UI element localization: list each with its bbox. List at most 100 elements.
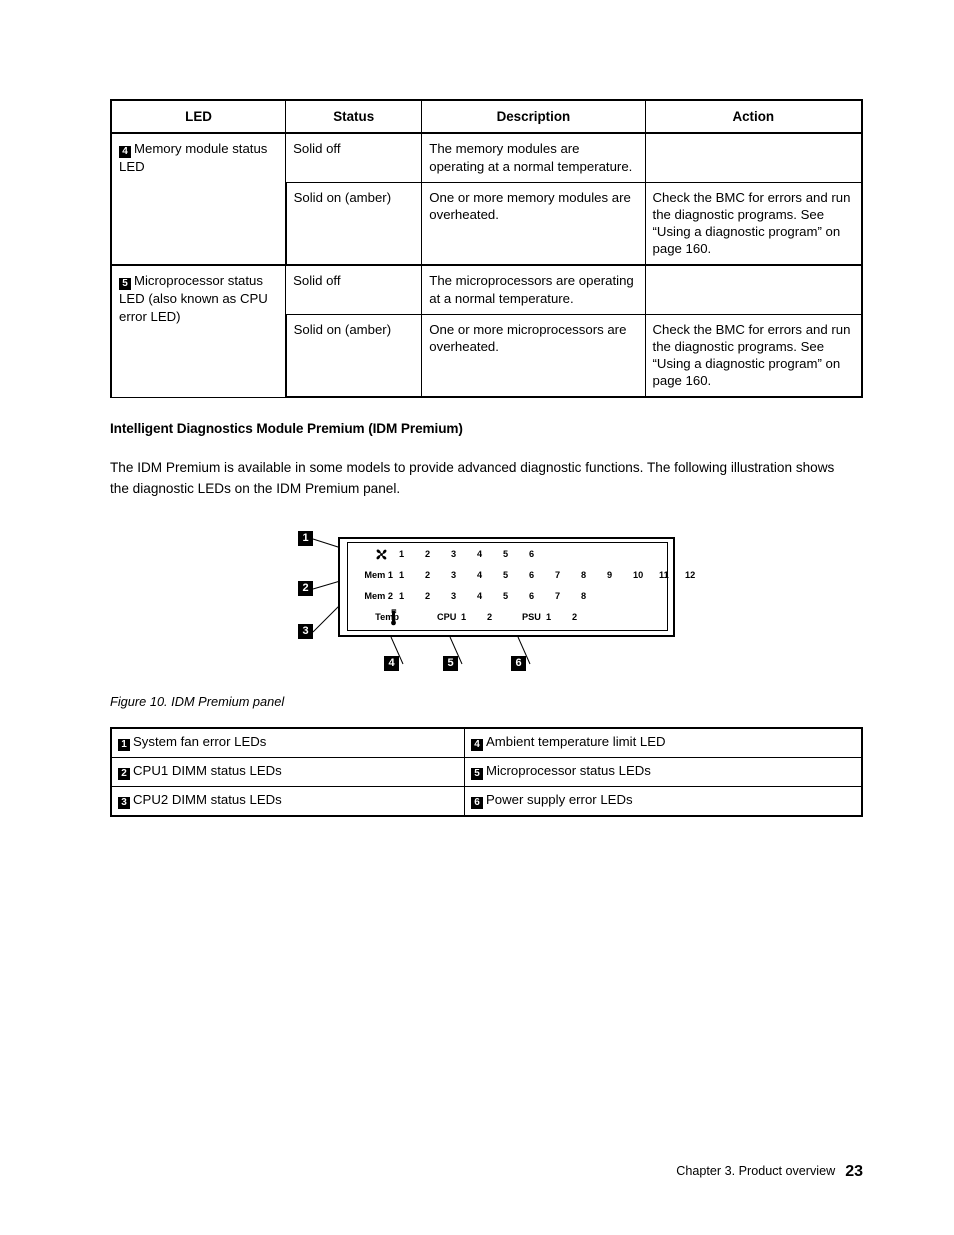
action-cell xyxy=(644,264,863,315)
legend-cell-2: 2 CPU1 DIMM status LEDs xyxy=(110,757,465,787)
cpu-led-2: 2 xyxy=(487,612,493,622)
footer-chapter: Chapter 3. Product overview xyxy=(676,1164,836,1178)
legend-label: System fan error LEDs xyxy=(133,734,267,749)
table-row: 2 CPU1 DIMM status LEDs 5 Microprocessor s… xyxy=(110,757,863,787)
legend-cell-6: 6 Power supply error LEDs xyxy=(464,786,863,817)
figure-callout-2: 2 xyxy=(298,581,313,596)
callout-badge-4: 4 xyxy=(471,739,483,751)
mem1-led-4: 4 xyxy=(477,570,483,580)
callout-badge-2: 2 xyxy=(118,768,130,780)
figure-caption: Figure 10. IDM Premium panel xyxy=(110,694,285,709)
panel-row-mem2: Mem 2 1 2 3 4 5 6 7 8 xyxy=(347,586,668,607)
legend-cell-1: 1 System fan error LEDs xyxy=(110,727,465,758)
cpu-label: CPU xyxy=(437,612,457,622)
column-header-action: Action xyxy=(644,98,863,134)
psu-led-2: 2 xyxy=(572,612,578,622)
mem1-led-2: 2 xyxy=(425,570,431,580)
table-header-row: LED Status Description Action xyxy=(110,98,863,134)
led-status-table: LED Status Description Action 4 Memory mo… xyxy=(110,98,863,399)
status-cell: Solid off xyxy=(285,132,423,183)
callout-badge-4: 4 xyxy=(119,146,131,159)
legend-label: CPU1 DIMM status LEDs xyxy=(133,763,282,778)
mem2-led-7: 7 xyxy=(555,591,561,601)
fan-led-1: 1 xyxy=(399,549,405,559)
mem1-led-9: 9 xyxy=(607,570,613,580)
fan-led-numbers: 1 2 3 4 5 6 xyxy=(399,544,555,565)
legend-label: CPU2 DIMM status LEDs xyxy=(133,792,282,807)
column-header-status: Status xyxy=(285,98,423,134)
cpu-led-group: CPU 1 2 xyxy=(437,607,513,628)
page-footer: Chapter 3. Product overview 23 xyxy=(676,1163,863,1181)
action-cell xyxy=(644,132,863,183)
led-cell-microprocessor: 5 Microprocessor status LED (also known a… xyxy=(110,264,287,398)
led-cell-memory-module: 4 Memory module status LED xyxy=(110,132,287,266)
table-row: 5 Microprocessor status LED (also known a… xyxy=(110,264,863,398)
fan-led-6: 6 xyxy=(529,549,535,559)
mem1-led-7: 7 xyxy=(555,570,561,580)
mem2-led-8: 8 xyxy=(581,591,587,601)
thermometer-icon xyxy=(389,609,398,635)
action-cell: Check the BMC for errors and run the dia… xyxy=(644,181,863,266)
column-header-led: LED xyxy=(110,98,287,134)
description-cell: One or more microprocessors are overheat… xyxy=(421,313,646,399)
status-cell: Solid off xyxy=(285,264,423,315)
callout-badge-3: 3 xyxy=(118,797,130,809)
figure-callout-4: 4 xyxy=(384,656,399,671)
led-label: Microprocessor status LED (also known as… xyxy=(119,273,268,324)
legend-cell-3: 3 CPU2 DIMM status LEDs xyxy=(110,786,465,817)
mem1-led-1: 1 xyxy=(399,570,405,580)
legend-label: Power supply error LEDs xyxy=(486,792,633,807)
mem1-led-11: 11 xyxy=(659,570,669,580)
led-status-table-head: LED Status Description Action xyxy=(110,98,863,134)
figure-callout-5: 5 xyxy=(443,656,458,671)
mem2-led-1: 1 xyxy=(399,591,405,601)
mem2-led-2: 2 xyxy=(425,591,431,601)
led-status-table-body: 4 Memory module status LED Solid off The … xyxy=(110,132,863,399)
mem2-led-6: 6 xyxy=(529,591,535,601)
section-heading: Intelligent Diagnostics Module Premium (… xyxy=(110,421,463,436)
legend-label: Microprocessor status LEDs xyxy=(486,763,651,778)
callout-badge-5: 5 xyxy=(119,278,131,291)
mem1-led-10: 10 xyxy=(633,570,644,580)
mem2-led-3: 3 xyxy=(451,591,457,601)
figure-callout-1: 1 xyxy=(298,531,313,546)
fan-led-3: 3 xyxy=(451,549,457,559)
callout-badge-1: 1 xyxy=(118,739,130,751)
table-row: 3 CPU2 DIMM status LEDs 6 Power supply err… xyxy=(110,786,863,817)
figure-callout-3: 3 xyxy=(298,624,313,639)
legend-cell-5: 5 Microprocessor status LEDs xyxy=(464,757,863,787)
column-header-description: Description xyxy=(421,98,646,134)
psu-label: PSU xyxy=(522,612,541,622)
legend-cell-4: 4 Ambient temperature limit LED xyxy=(464,727,863,758)
idm-premium-panel-figure: 123456 Mem 1 1 2 3 4 5 6 7 8 9 10 11 12 Mem 2 12345… xyxy=(285,524,705,679)
legend-label: Ambient temperature limit LED xyxy=(486,734,666,749)
action-cell: Check the BMC for errors and run the dia… xyxy=(644,313,863,399)
panel-led-rows: 123456 Mem 1 1 2 3 4 5 6 7 8 9 10 11 12 Mem 2 12345… xyxy=(347,542,695,631)
mem2-led-4: 4 xyxy=(477,591,483,601)
cpu-led-1: 1 xyxy=(461,612,467,622)
mem1-led-8: 8 xyxy=(581,570,587,580)
mem1-label: Mem 1 xyxy=(364,570,393,580)
figure-callout-6: 6 xyxy=(511,656,526,671)
fan-led-4: 4 xyxy=(477,549,483,559)
status-cell: Solid on (amber) xyxy=(284,313,423,399)
mem2-label: Mem 2 xyxy=(364,591,393,601)
fan-led-5: 5 xyxy=(503,549,509,559)
panel-row-system-fan: 1 2 3 4 5 6 xyxy=(347,544,668,565)
description-cell: One or more memory modules are overheate… xyxy=(421,181,646,266)
description-cell: The memory modules are operating at a no… xyxy=(421,132,646,183)
panel-row-temp-cpu-psu: Temp CPU 1 2 PSU 1 2 xyxy=(347,607,668,628)
mem1-led-3: 3 xyxy=(451,570,457,580)
mem2-led-numbers: 1 2 3 4 5 6 7 8 xyxy=(399,586,607,607)
mem1-led-6: 6 xyxy=(529,570,535,580)
panel-row-mem1: Mem 1 1 2 3 4 5 6 7 8 9 10 11 12 xyxy=(347,565,695,586)
mem1-led-5: 5 xyxy=(503,570,509,580)
callout-badge-6: 6 xyxy=(471,797,483,809)
mem1-led-12: 12 xyxy=(685,570,696,580)
callout-badge-5: 5 xyxy=(471,768,483,780)
figure-legend-table: 1 System fan error LEDs 4 Ambient temperat… xyxy=(110,727,863,817)
description-cell: The microprocessors are operating at a n… xyxy=(421,264,646,315)
table-row: 1 System fan error LEDs 4 Ambient temperat… xyxy=(110,727,863,758)
mem1-led-numbers: 1 2 3 4 5 6 7 8 9 10 11 12 xyxy=(399,565,711,586)
table-row: 4 Memory module status LED Solid off The … xyxy=(110,132,863,266)
